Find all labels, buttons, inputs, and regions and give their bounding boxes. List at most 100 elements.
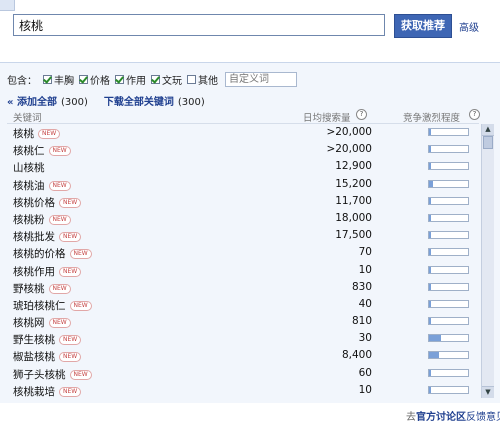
keyword-cell[interactable]: 核桃作用 NEW [13, 264, 82, 279]
competition-bar [428, 282, 469, 291]
download-all-link[interactable]: 下载全部关键词 [104, 97, 174, 108]
competition-bar-fill [429, 266, 432, 273]
column-header-keyword[interactable]: 关键词 [13, 110, 42, 124]
keyword-cell[interactable]: 野核桃 NEW [13, 281, 71, 296]
keyword-cell[interactable]: 核桃的价格 NEW [13, 246, 92, 261]
table-row[interactable]: 核桃仁 NEW >20,000 [7, 141, 479, 158]
new-badge: NEW [69, 369, 92, 380]
table-row[interactable]: 核桃批发 NEW 17,500 [7, 227, 479, 244]
keyword-cell[interactable]: 核桃粉 NEW [13, 212, 71, 227]
checkbox[interactable] [43, 74, 52, 84]
keyword-cell[interactable]: 核桃油 NEW [13, 178, 71, 193]
scroll-down-arrow-icon[interactable]: ▼ [482, 386, 494, 398]
add-all-link[interactable]: « 添加全部 [7, 97, 57, 108]
new-badge: NEW [48, 318, 71, 329]
get-suggestions-button[interactable]: 获取推荐 [394, 14, 452, 38]
new-badge: NEW [69, 249, 92, 260]
new-badge: NEW [59, 352, 82, 363]
volume-cell: 17,500 [335, 229, 372, 242]
footer: 去官方讨论区反馈意见 [406, 408, 500, 423]
volume-cell: 70 [358, 246, 372, 259]
keyword-cell[interactable]: 狮子头核桃 NEW [13, 367, 92, 382]
table-row[interactable]: 核桃 NEW >20,000 [7, 124, 479, 141]
filter-option[interactable]: 其他 [187, 72, 218, 87]
search-input[interactable] [13, 14, 385, 36]
advanced-link[interactable]: 高级 [459, 19, 479, 34]
table-row[interactable]: 核桃网 NEW 810 [7, 313, 479, 330]
keyword-text: 核桃仁 [13, 145, 45, 158]
keyword-text: 核桃粉 [13, 213, 45, 226]
keyword-cell[interactable]: 野生核桃 NEW [13, 332, 82, 347]
table-row[interactable]: 核桃粉 NEW 18,000 [7, 210, 479, 227]
table-row[interactable]: 核桃作用 NEW 10 [7, 262, 479, 279]
add-all-label: 添加全部 [16, 97, 57, 108]
new-badge: NEW [59, 266, 82, 277]
new-badge: NEW [48, 214, 71, 225]
table-row[interactable]: 山核桃 12,900 [7, 158, 479, 175]
competition-bar [428, 179, 469, 188]
table-row[interactable]: 野生核桃 NEW 30 [7, 330, 479, 347]
column-header-competition[interactable]: 竞争激烈程度 [403, 110, 460, 124]
competition-bar [428, 145, 469, 154]
competition-bar [428, 231, 469, 240]
filter-bar: 包含： 丰胸 价格 作用 文玩 其他 [7, 70, 297, 88]
checkbox[interactable] [79, 74, 88, 84]
filter-option[interactable]: 作用 [115, 72, 146, 87]
help-icon[interactable]: ? [356, 109, 367, 120]
keyword-cell[interactable]: 琥珀核桃仁 NEW [13, 298, 92, 313]
competition-bar-fill [429, 249, 432, 256]
checkbox[interactable] [187, 74, 196, 84]
volume-cell: 830 [351, 280, 372, 293]
competition-bar [428, 196, 469, 205]
scrollbar[interactable]: ▲ ▼ [481, 124, 494, 398]
table-row[interactable]: 核桃栽培 NEW 10 [7, 382, 479, 398]
new-badge: NEW [59, 386, 82, 397]
feedback-link[interactable]: 反馈意见 [466, 412, 500, 423]
keyword-cell[interactable]: 核桃栽培 NEW [13, 384, 82, 398]
table-row[interactable]: 椒盐核桃 NEW 8,400 [7, 347, 479, 364]
volume-cell: 40 [358, 297, 372, 310]
volume-cell: 30 [358, 332, 372, 345]
filter-option-label: 其他 [198, 75, 218, 87]
competition-bar-fill [429, 232, 432, 239]
scroll-thumb[interactable] [483, 136, 493, 149]
table-row[interactable]: 野核桃 NEW 830 [7, 279, 479, 296]
keyword-cell[interactable]: 核桃网 NEW [13, 315, 71, 330]
keyword-cell[interactable]: 核桃 NEW [13, 126, 61, 141]
new-badge: NEW [69, 300, 92, 311]
table-row[interactable]: 核桃油 NEW 15,200 [7, 176, 479, 193]
filter-option[interactable]: 丰胸 [43, 72, 74, 87]
table-row[interactable]: 琥珀核桃仁 NEW 40 [7, 296, 479, 313]
keyword-cell[interactable]: 椒盐核桃 NEW [13, 349, 82, 364]
table-row[interactable]: 核桃价格 NEW 11,700 [7, 193, 479, 210]
help-icon[interactable]: ? [469, 109, 480, 120]
column-header-volume[interactable]: 日均搜索量 [303, 110, 351, 124]
competition-bar [428, 265, 469, 274]
scroll-up-arrow-icon[interactable]: ▲ [482, 124, 494, 136]
checkbox[interactable] [115, 74, 124, 84]
new-badge: NEW [59, 232, 82, 243]
competition-bar-fill [429, 214, 432, 221]
footer-prefix: 去 [406, 412, 416, 423]
keyword-cell[interactable]: 核桃价格 NEW [13, 195, 82, 210]
custom-keyword-input[interactable] [225, 71, 297, 87]
keyword-text: 核桃价格 [13, 196, 55, 209]
keyword-cell[interactable]: 山核桃 [13, 160, 45, 175]
table-row[interactable]: 狮子头核桃 NEW 60 [7, 365, 479, 382]
filter-option[interactable]: 价格 [79, 72, 110, 87]
keyword-cell[interactable]: 核桃批发 NEW [13, 229, 82, 244]
volume-cell: 18,000 [335, 211, 372, 224]
table-row[interactable]: 核桃的价格 NEW 70 [7, 244, 479, 261]
forum-link[interactable]: 官方讨论区 [416, 412, 466, 423]
filter-label: 包含： [7, 75, 37, 87]
keyword-text: 核桃油 [13, 179, 45, 192]
filter-option[interactable]: 文玩 [151, 72, 182, 87]
keyword-text: 核桃批发 [13, 231, 55, 244]
competition-bar-fill [429, 369, 432, 376]
keyword-text: 核桃的价格 [13, 248, 66, 261]
volume-cell: 12,900 [335, 160, 372, 173]
checkbox[interactable] [151, 74, 160, 84]
keyword-cell[interactable]: 核桃仁 NEW [13, 143, 71, 158]
keyword-text: 椒盐核桃 [13, 351, 55, 364]
volume-cell: 810 [351, 315, 372, 328]
